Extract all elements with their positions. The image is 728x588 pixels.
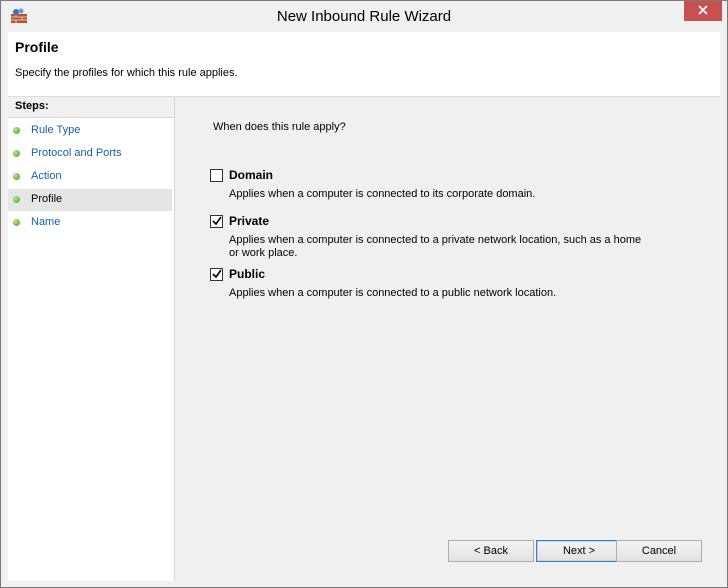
public-label[interactable]: Public [229,267,265,281]
window-title: New Inbound Rule Wizard [276,8,452,25]
step-action[interactable]: Action [8,166,172,188]
page-header: Profile Specify the profiles for which t… [8,32,720,97]
step-label: Protocol and Ports [31,147,122,159]
steps-title: Steps: [15,100,49,112]
content-panel: When does this rule apply? Domain Applie… [176,97,720,581]
public-checkbox[interactable] [210,268,223,281]
step-label: Action [31,170,62,182]
checkmark-icon [212,269,222,279]
close-button[interactable] [684,1,722,21]
step-label: Profile [31,193,63,205]
checkmark-icon [212,216,222,226]
private-checkbox[interactable] [210,215,223,228]
public-description: Applies when a computer is connected to … [229,287,557,299]
back-button[interactable]: < Back [448,540,534,562]
rule-apply-question: When does this rule apply? [213,121,346,133]
page-description: Specify the profiles for which this rule… [15,67,238,79]
step-complete-icon [13,196,20,203]
step-protocol-and-ports[interactable]: Protocol and Ports [8,143,172,165]
step-profile[interactable]: Profile [8,189,172,211]
step-complete-icon [13,173,20,180]
domain-label[interactable]: Domain [229,168,273,182]
step-label: Name [31,216,61,228]
step-complete-icon [13,219,20,226]
next-button[interactable]: Next > [536,540,622,562]
page-title: Profile [15,39,59,55]
private-label[interactable]: Private [229,214,269,228]
close-icon [698,4,708,18]
step-rule-type[interactable]: Rule Type [8,120,172,142]
steps-heading: Steps: [8,97,174,118]
domain-description: Applies when a computer is connected to … [229,188,536,200]
wizard-window: New Inbound Rule Wizard Profile Specify … [0,0,728,588]
private-description: Applies when a computer is connected to … [229,234,642,259]
step-label: Rule Type [31,124,81,136]
steps-panel: Steps: Rule Type Protocol and Ports Acti… [8,97,175,581]
cancel-button[interactable]: Cancel [616,540,702,562]
step-name[interactable]: Name [8,212,172,234]
title-bar: New Inbound Rule Wizard [1,1,727,32]
step-complete-icon [13,127,20,134]
domain-checkbox[interactable] [210,169,223,182]
step-complete-icon [13,150,20,157]
